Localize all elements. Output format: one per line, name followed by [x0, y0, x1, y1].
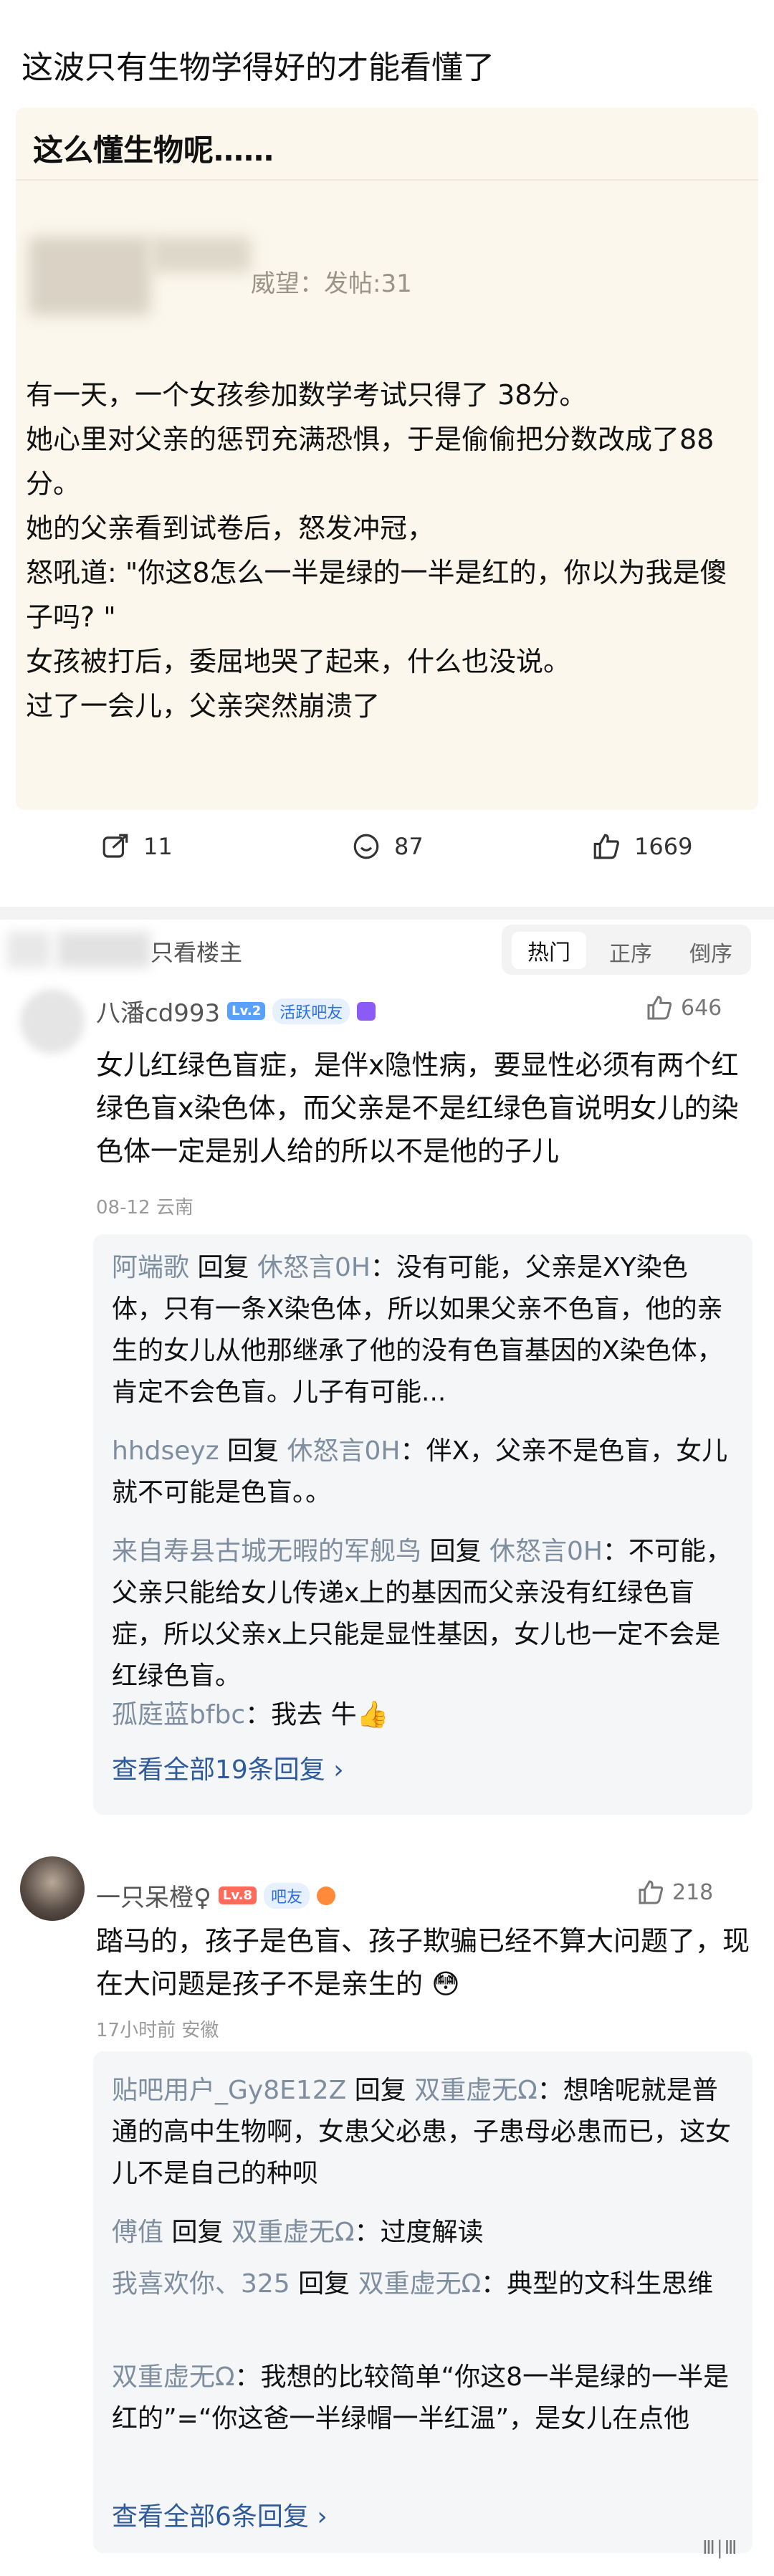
- blurred-username: [150, 237, 251, 272]
- like-count: 1669: [634, 833, 693, 860]
- reply-item[interactable]: 双重虚无Ω：我想的比较简单“你这8一半是绿的一半是红的”=“你这爸一半绿帽一半红…: [112, 2357, 735, 2440]
- comment-author[interactable]: 八潘cd993: [96, 993, 220, 1029]
- thumbs-up-icon: [593, 834, 619, 859]
- share-icon: [102, 834, 128, 858]
- vip-icon: [357, 1001, 376, 1021]
- reply-word: 回复: [197, 1253, 249, 1282]
- post-paragraph: 怒吼道: "你这8怎么一半是绿的一半是红的，你以为我是傻子吗? ": [26, 557, 727, 633]
- reply-item[interactable]: 来自寿县古城无暇的军舰鸟 回复 休怒言0H：不可能，父亲只能给女儿传递x上的基因…: [112, 1531, 735, 1697]
- reply-author[interactable]: 孤庭蓝bfbc: [112, 1700, 245, 1730]
- reply-item[interactable]: 我喜欢你、325 回复 双重虚无Ω：典型的文科生思维: [112, 2263, 735, 2305]
- only-op-filter[interactable]: 只看楼主: [150, 935, 242, 968]
- sort-ascending[interactable]: 正序: [609, 936, 652, 968]
- section-separator: [0, 907, 774, 920]
- thumbs-up-icon: [647, 996, 672, 1020]
- reply-author[interactable]: 贴吧用户_Gy8E12Z: [112, 2076, 346, 2105]
- reply-text: ：过度解读: [354, 2218, 484, 2247]
- poster-meta: 威望：发帖:31: [251, 269, 412, 298]
- reply-word: 回复: [227, 1436, 280, 1466]
- sort-hot[interactable]: 热门: [512, 932, 586, 969]
- card-divider: [16, 179, 758, 181]
- comment-count: 87: [394, 833, 424, 860]
- comment-text: 踏马的，孩子是色盲、孩子欺骗已经不算大问题了，现在大问题是孩子不是亲生的 😳: [96, 1925, 750, 2000]
- avatar[interactable]: [20, 989, 85, 1054]
- reply-text: ：典型的文科生思维: [481, 2269, 714, 2299]
- comment-like-button[interactable]: 218: [636, 1878, 713, 1907]
- level-badge: Lv.8: [218, 1886, 257, 1904]
- reply-word: 回复: [429, 1537, 482, 1566]
- like-button[interactable]: 1669: [591, 831, 692, 862]
- reply-item[interactable]: 阿端歌 回复 休怒言0H：没有可能，父亲是XY染色体，只有一条X染色体，所以如果…: [112, 1247, 735, 1413]
- comment-meta: 17小时前 安徽: [96, 2020, 219, 2041]
- reply-target[interactable]: 休怒言0H: [257, 1253, 371, 1282]
- reply-word: 回复: [171, 2218, 224, 2247]
- avatar[interactable]: [20, 1856, 85, 1921]
- reply-item[interactable]: 贴吧用户_Gy8E12Z 回复 双重虚无Ω：想啥呢就是普通的高中生物啊，女患父必…: [112, 2070, 735, 2195]
- view-all-replies-link[interactable]: 查看全部19条回复 ›: [112, 1749, 344, 1786]
- member-badge: 活跃吧友: [272, 998, 350, 1024]
- comment-like-count: 646: [681, 995, 722, 1021]
- reply-target[interactable]: 双重虚无Ω: [231, 2218, 355, 2247]
- post-paragraph: 女孩被打后，委屈地哭了起来，什么也没说。: [26, 646, 571, 677]
- post-paragraph: 她的父亲看到试卷后，怒发冲冠，: [26, 512, 435, 544]
- comment-meta: 08-12 云南: [96, 1197, 194, 1218]
- reply-text: ：我去 牛👍: [245, 1700, 389, 1730]
- reply-item[interactable]: hhdseyz 回复 休怒言0H：伴X，父亲不是色盲，女儿就不可能是色盲。。: [112, 1431, 735, 1514]
- reply-word: 回复: [354, 2076, 406, 2105]
- share-button[interactable]: 11: [100, 831, 173, 862]
- post-actions: 11 87 1669: [0, 831, 774, 889]
- reply-author[interactable]: 阿端歌: [112, 1253, 189, 1282]
- watermark-logo: Ⅲ|Ⅲ: [702, 2537, 739, 2559]
- comment-icon: [353, 834, 379, 859]
- blurred-toggle: [7, 932, 50, 968]
- reply-target[interactable]: 休怒言0H: [489, 1537, 603, 1566]
- comment-header: 一只呆橙♀ Lv.8 吧友: [96, 1878, 336, 1913]
- thumbs-up-icon: [639, 1880, 664, 1904]
- level-badge: Lv.2: [227, 1002, 266, 1020]
- reply-item[interactable]: 孤庭蓝bfbc：我去 牛👍: [112, 1694, 735, 1736]
- reply-target[interactable]: 休怒言0H: [287, 1436, 401, 1466]
- share-count: 11: [143, 833, 173, 860]
- sort-selector: 热门 正序 倒序: [502, 925, 751, 975]
- view-all-replies-link[interactable]: 查看全部6条回复 ›: [112, 2496, 328, 2533]
- reply-target[interactable]: 双重虚无Ω: [414, 2076, 538, 2105]
- reply-author[interactable]: hhdseyz: [112, 1436, 219, 1466]
- blurred-label: [57, 932, 150, 968]
- reply-author[interactable]: 双重虚无Ω: [112, 2362, 235, 2392]
- reply-word: 回复: [298, 2269, 350, 2299]
- comment-header: 八潘cd993 Lv.2 活跃吧友: [96, 993, 376, 1029]
- page-title: 这波只有生物学得好的才能看懂了: [22, 49, 494, 86]
- post-paragraph: 过了一会儿，父亲突然崩溃了: [26, 690, 381, 722]
- comment-text: 女儿红绿色盲症，是伴x隐性病，要显性必须有两个红绿色盲x染色体，而父亲是不是红绿…: [96, 1049, 739, 1167]
- reply-target[interactable]: 双重虚无Ω: [358, 2269, 482, 2299]
- post-paragraph: 她心里对父亲的惩罚充满恐惧，于是偷偷把分数改成了88分。: [26, 424, 715, 500]
- post-paragraph: 有一天，一个女孩参加数学考试只得了 38分。: [26, 379, 587, 411]
- reply-author[interactable]: 傅值: [112, 2218, 163, 2247]
- card-heading: 这么懂生物呢……: [33, 133, 274, 168]
- reply-author[interactable]: 来自寿县古城无暇的军舰鸟: [112, 1537, 421, 1566]
- reply-item[interactable]: 傅值 回复 双重虚无Ω：过度解读: [112, 2212, 735, 2253]
- post-body: 有一天，一个女孩参加数学考试只得了 38分。 她心里对父亲的惩罚充满恐惧，于是偷…: [26, 373, 742, 728]
- sort-descending[interactable]: 倒序: [689, 936, 732, 968]
- member-badge: 吧友: [264, 1882, 310, 1909]
- blurred-avatar: [29, 237, 150, 315]
- comment-like-count: 218: [672, 1879, 714, 1905]
- comment-author[interactable]: 一只呆橙♀: [96, 1878, 211, 1913]
- reply-author[interactable]: 我喜欢你、325: [112, 2269, 290, 2299]
- emoji-icon: [317, 1886, 336, 1905]
- comment-like-button[interactable]: 646: [645, 993, 722, 1022]
- comment-button[interactable]: 87: [351, 831, 424, 862]
